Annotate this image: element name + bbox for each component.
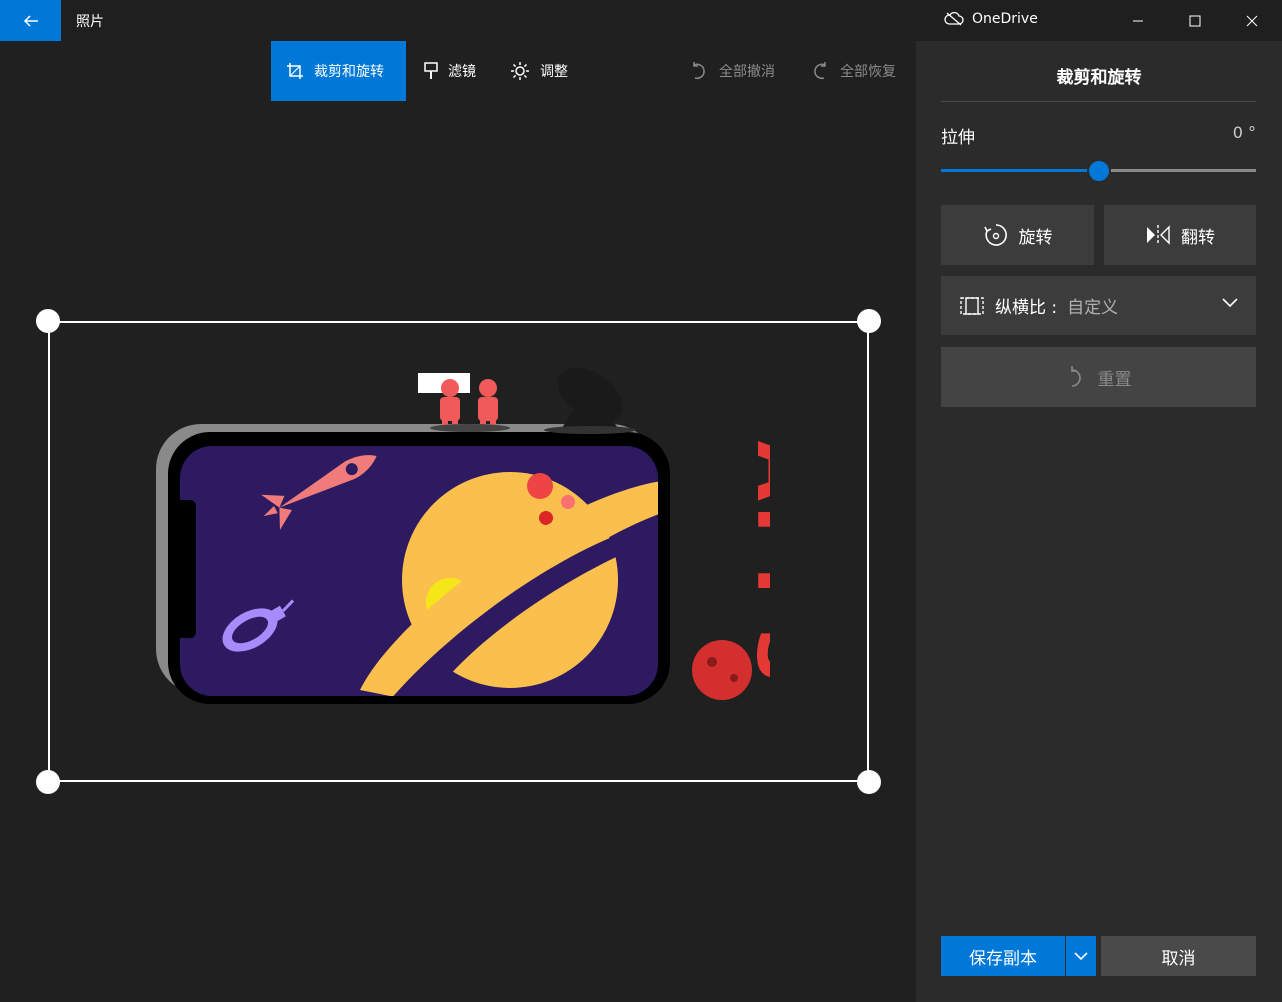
onedrive-label: OneDrive <box>972 11 1038 27</box>
app-title: 照片 <box>76 14 104 30</box>
rotate-label: 旋转 <box>1018 227 1053 248</box>
cancel-button[interactable]: 取消 <box>1101 936 1256 976</box>
tab-adjust-label: 调整 <box>540 64 568 80</box>
tab-adjust[interactable]: 调整 <box>510 41 568 101</box>
minimize-icon <box>1132 20 1143 21</box>
straighten-slider[interactable] <box>941 159 1256 183</box>
undo-icon <box>693 62 705 80</box>
minimize-button[interactable] <box>1109 0 1166 41</box>
flip-label: 翻转 <box>1181 227 1215 248</box>
tab-filters[interactable]: 滤镜 <box>424 41 476 101</box>
cloud-off-icon <box>944 12 964 26</box>
aspect-ratio-icon <box>960 296 984 315</box>
back-button[interactable] <box>0 0 61 41</box>
crop-rotate-panel: 裁剪和旋转 拉伸 0 ° 旋转 翻转 纵横比 : 自定义 重置 保存副本 取消 <box>916 41 1282 1002</box>
panel-title: 裁剪和旋转 <box>1056 68 1142 88</box>
aspect-ratio-value: 自定义 <box>1067 298 1119 318</box>
tab-crop-rotate-label: 裁剪和旋转 <box>314 64 384 80</box>
crop-frame[interactable] <box>48 321 869 782</box>
title-bar: 照片 OneDrive <box>0 0 1282 41</box>
undo-icon <box>1070 366 1081 387</box>
flip-button[interactable]: 翻转 <box>1104 205 1256 265</box>
sun-icon <box>511 62 529 80</box>
undo-all-label: 全部撤消 <box>719 64 775 80</box>
close-icon <box>1246 15 1257 26</box>
crop-handle-top-right[interactable] <box>857 309 881 333</box>
onedrive-status[interactable]: OneDrive <box>944 11 1038 27</box>
back-arrow-icon <box>23 14 38 27</box>
redo-all-button[interactable]: 全部恢复 <box>810 41 896 101</box>
slider-track-empty <box>1099 169 1256 172</box>
save-copy-button[interactable]: 保存副本 <box>941 936 1065 976</box>
maximize-icon <box>1189 15 1200 26</box>
tab-filters-label: 滤镜 <box>448 64 476 80</box>
chevron-down-icon <box>1222 298 1238 308</box>
reset-label: 重置 <box>1097 369 1132 390</box>
close-button[interactable] <box>1223 0 1280 41</box>
crop-handle-bottom-left[interactable] <box>36 770 60 794</box>
slider-track-filled <box>941 169 1099 172</box>
straighten-value: 0 ° <box>1232 123 1256 142</box>
slider-thumb[interactable] <box>1087 159 1111 183</box>
redo-icon <box>814 62 826 80</box>
save-copy-label: 保存副本 <box>969 948 1037 969</box>
save-options-button[interactable] <box>1066 936 1096 976</box>
cancel-label: 取消 <box>1161 948 1196 969</box>
rotate-icon <box>983 224 1007 246</box>
chevron-down-icon <box>1074 951 1088 960</box>
aspect-ratio-dropdown[interactable]: 纵横比 : 自定义 <box>941 276 1256 335</box>
reset-button[interactable]: 重置 <box>941 347 1256 407</box>
brush-icon <box>424 62 438 79</box>
crop-handle-top-left[interactable] <box>36 309 60 333</box>
aspect-ratio-label: 纵横比 : <box>995 298 1058 318</box>
crop-icon <box>287 63 303 79</box>
flip-icon <box>1147 225 1170 245</box>
straighten-label: 拉伸 <box>941 128 975 148</box>
redo-all-label: 全部恢复 <box>840 64 896 80</box>
rotate-button[interactable]: 旋转 <box>941 205 1094 265</box>
divider <box>941 101 1256 102</box>
maximize-button[interactable] <box>1166 0 1223 41</box>
undo-all-button[interactable]: 全部撤消 <box>689 41 775 101</box>
tab-crop-rotate[interactable]: 裁剪和旋转 <box>271 41 406 101</box>
crop-handle-bottom-right[interactable] <box>857 770 881 794</box>
